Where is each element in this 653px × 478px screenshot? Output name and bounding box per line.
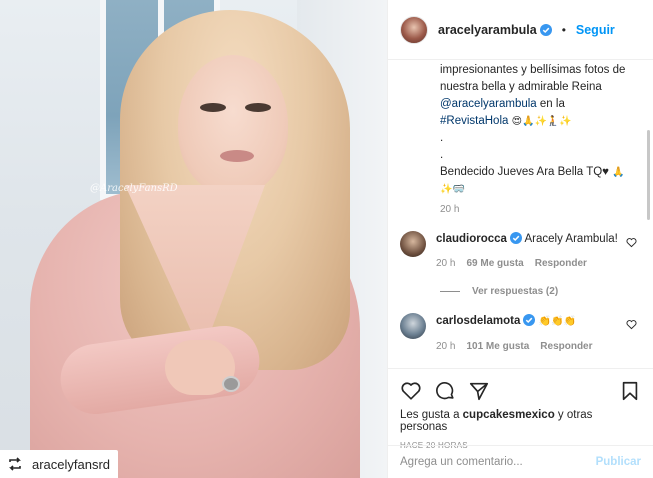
- comment-time[interactable]: 20 h: [436, 256, 455, 272]
- post-photo[interactable]: @AracelyFansRD aracelyfansrd: [0, 0, 387, 478]
- heart-icon[interactable]: [626, 319, 637, 330]
- share-send-icon[interactable]: [468, 380, 490, 402]
- photo-ring: [222, 376, 240, 392]
- comment-text: Aracely Arambula!: [524, 233, 618, 245]
- bookmark-icon[interactable]: [619, 380, 641, 402]
- comment-username[interactable]: carlosdelamota: [436, 314, 536, 327]
- comment-text: 👏👏👏: [538, 316, 576, 327]
- comment-likes[interactable]: 101 Me gusta: [466, 339, 529, 355]
- caption-time[interactable]: 20 h: [400, 204, 637, 215]
- verified-badge-icon: [509, 232, 522, 244]
- avatar[interactable]: [400, 231, 426, 257]
- publish-button[interactable]: Publicar: [596, 456, 641, 468]
- hashtag-link[interactable]: #RevistaHola: [440, 115, 508, 127]
- reply-button[interactable]: Responder: [540, 339, 592, 355]
- heart-icon[interactable]: [626, 237, 637, 248]
- photo-watermark: @AracelyFansRD: [90, 183, 178, 194]
- photo-eye: [200, 103, 226, 112]
- photo-lips: [220, 150, 254, 162]
- scrollbar[interactable]: [647, 130, 650, 220]
- verified-badge-icon: [539, 23, 552, 36]
- verified-badge-icon: [523, 314, 536, 326]
- mention-link[interactable]: @aracelyarambula: [440, 98, 537, 110]
- comments-list[interactable]: impresionantes y bellísimas fotos de nue…: [388, 60, 653, 368]
- add-comment-bar: Publicar: [388, 445, 653, 478]
- photo-eye: [245, 103, 271, 112]
- avatar[interactable]: [400, 15, 428, 44]
- post-sidebar: aracelyarambula • Seguir impresionantes …: [387, 0, 653, 478]
- likes-user-link[interactable]: cupcakesmexico: [463, 409, 555, 421]
- comment-username[interactable]: claudiorocca: [436, 232, 522, 245]
- comment-item: carlosdelamota 👏👏👏 20 h 101 Me gusta Res…: [400, 313, 637, 355]
- repost-username[interactable]: aracelyfansrd: [32, 457, 110, 472]
- comment-item: claudiorocca Aracely Arambula! 20 h 69 M…: [400, 231, 637, 272]
- comment-time[interactable]: 20 h: [436, 339, 455, 355]
- separator-dot: •: [561, 22, 566, 37]
- post-caption: impresionantes y bellísimas fotos de nue…: [440, 64, 626, 195]
- reply-button[interactable]: Responder: [535, 256, 587, 272]
- comment-bubble-icon[interactable]: [434, 380, 456, 402]
- likes-summary[interactable]: Les gusta a cupcakesmexico y otras perso…: [400, 409, 641, 433]
- avatar[interactable]: [400, 313, 426, 339]
- comment-likes[interactable]: 69 Me gusta: [466, 256, 523, 272]
- follow-button[interactable]: Seguir: [576, 23, 615, 37]
- repost-badge: aracelyfansrd: [0, 450, 119, 478]
- actions-section: Les gusta a cupcakesmexico y otras perso…: [388, 368, 653, 450]
- photo-face: [178, 55, 288, 195]
- view-replies-button[interactable]: Ver respuestas (2): [440, 286, 637, 297]
- replies-divider: [440, 291, 460, 292]
- action-bar: [400, 377, 641, 405]
- repost-icon: [6, 455, 24, 473]
- comment-input[interactable]: [400, 456, 580, 468]
- author-username[interactable]: aracelyarambula: [438, 23, 552, 37]
- instagram-post: @AracelyFansRD aracelyfansrd aracelyaram…: [0, 0, 653, 478]
- like-heart-icon[interactable]: [400, 380, 422, 402]
- post-header: aracelyarambula • Seguir: [388, 0, 653, 60]
